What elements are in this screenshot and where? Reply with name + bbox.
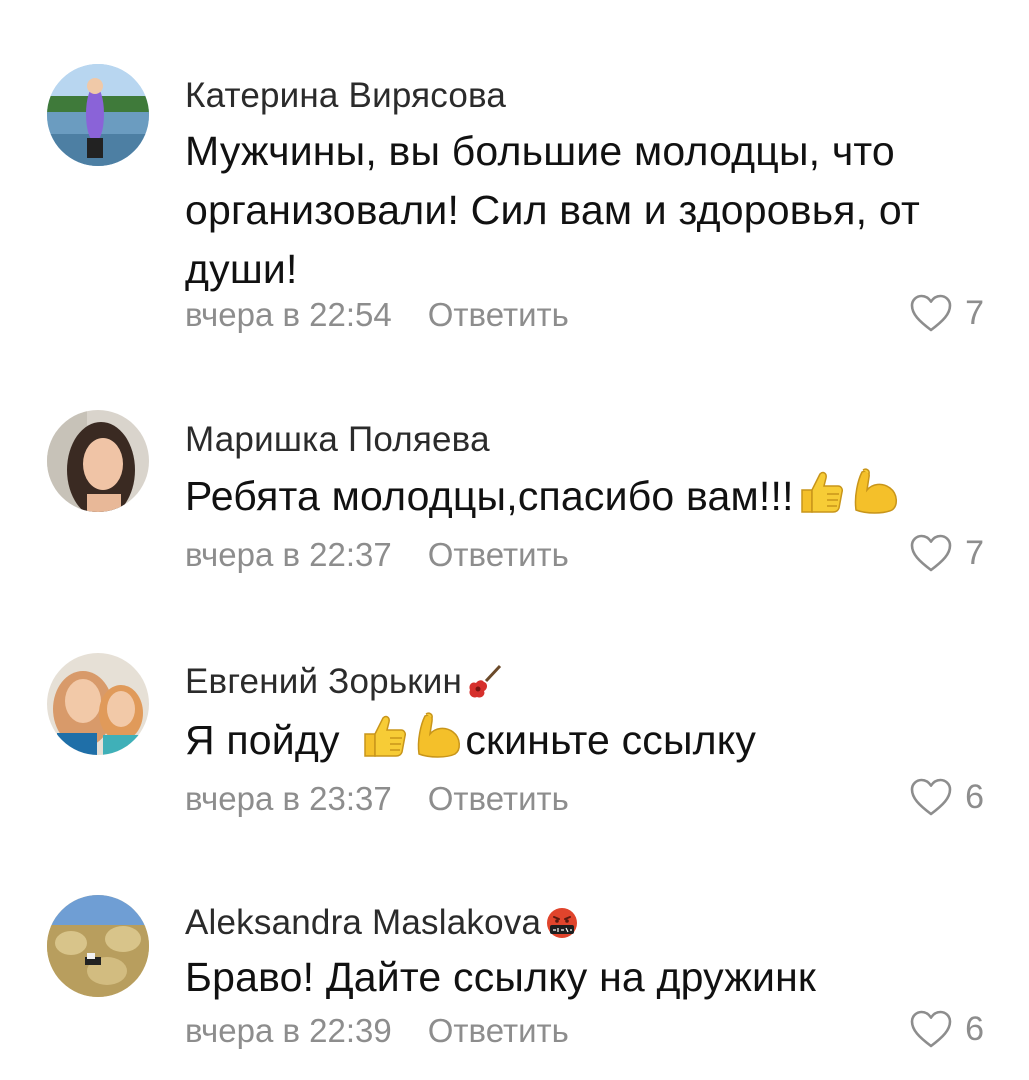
- avatar-image: [47, 653, 149, 755]
- thumbs-up-emoji: [794, 466, 846, 518]
- comment-meta: вчера в 22:54 Ответить: [185, 296, 569, 334]
- comment-author[interactable]: Евгений Зорькин: [185, 662, 504, 702]
- comment-text: Браво! Дайте ссылку на дружинк: [185, 954, 817, 1000]
- reply-button[interactable]: Ответить: [428, 296, 569, 334]
- like-count: 6: [965, 1009, 984, 1048]
- heart-outline-icon: [910, 534, 952, 572]
- comment-author[interactable]: Катерина Вирясова: [185, 76, 506, 116]
- heart-outline-icon: [910, 778, 952, 816]
- avatar-image: [47, 64, 149, 166]
- like-button[interactable]: 6: [909, 777, 984, 817]
- comment-text-body: Ребята молодцы,спасибо вам!!!: [185, 473, 794, 519]
- author-name[interactable]: Катерина Вирясова: [185, 76, 506, 116]
- comment-meta: вчера в 22:39 Ответить: [185, 1012, 569, 1050]
- like-count: 6: [965, 777, 984, 816]
- author-name[interactable]: Евгений Зорькин: [185, 662, 462, 702]
- comment-text: Я пойду скиньте ссылку: [185, 710, 975, 770]
- comment-author[interactable]: Маришка Поляева: [185, 420, 490, 460]
- avatar[interactable]: [47, 410, 149, 512]
- avatar[interactable]: [47, 64, 149, 166]
- reply-button[interactable]: Ответить: [428, 780, 569, 818]
- like-button[interactable]: 7: [909, 533, 984, 573]
- thumbs-up-emoji: [357, 710, 409, 762]
- avatar-image: [47, 895, 149, 997]
- author-name[interactable]: Маришка Поляева: [185, 420, 490, 460]
- flexed-biceps-emoji: [850, 466, 902, 518]
- comment-time: вчера в 22:39: [185, 1012, 392, 1049]
- comment-time: вчера в 23:37: [185, 780, 392, 817]
- comment-time: вчера в 22:54: [185, 296, 392, 333]
- like-button[interactable]: 7: [909, 293, 984, 333]
- avatar[interactable]: [47, 653, 149, 755]
- comment-text: Мужчины, вы большие молодцы, что организ…: [185, 128, 920, 292]
- reply-button[interactable]: Ответить: [428, 536, 569, 574]
- guitar-emoji: [466, 663, 504, 701]
- reply-button[interactable]: Ответить: [428, 1012, 569, 1050]
- heart-outline-icon: [910, 294, 952, 332]
- face-with-symbols-emoji: [545, 906, 579, 940]
- comment-text-end: скиньте ссылку: [465, 717, 757, 763]
- like-button[interactable]: 6: [909, 1009, 984, 1049]
- avatar[interactable]: [47, 895, 149, 997]
- comment-meta: вчера в 23:37 Ответить: [185, 780, 569, 818]
- comment-text: Ребята молодцы,спасибо вам!!!: [185, 466, 975, 526]
- comment-meta: вчера в 22:37 Ответить: [185, 536, 569, 574]
- avatar-image: [47, 410, 149, 512]
- comment-time: вчера в 22:37: [185, 536, 392, 573]
- comment-text-start: Я пойду: [185, 717, 340, 763]
- like-count: 7: [965, 533, 984, 572]
- author-name[interactable]: Aleksandra Maslakova: [185, 903, 541, 943]
- like-count: 7: [965, 293, 984, 332]
- comment-author[interactable]: Aleksandra Maslakova: [185, 903, 579, 943]
- heart-outline-icon: [910, 1010, 952, 1048]
- flexed-biceps-emoji: [413, 710, 465, 762]
